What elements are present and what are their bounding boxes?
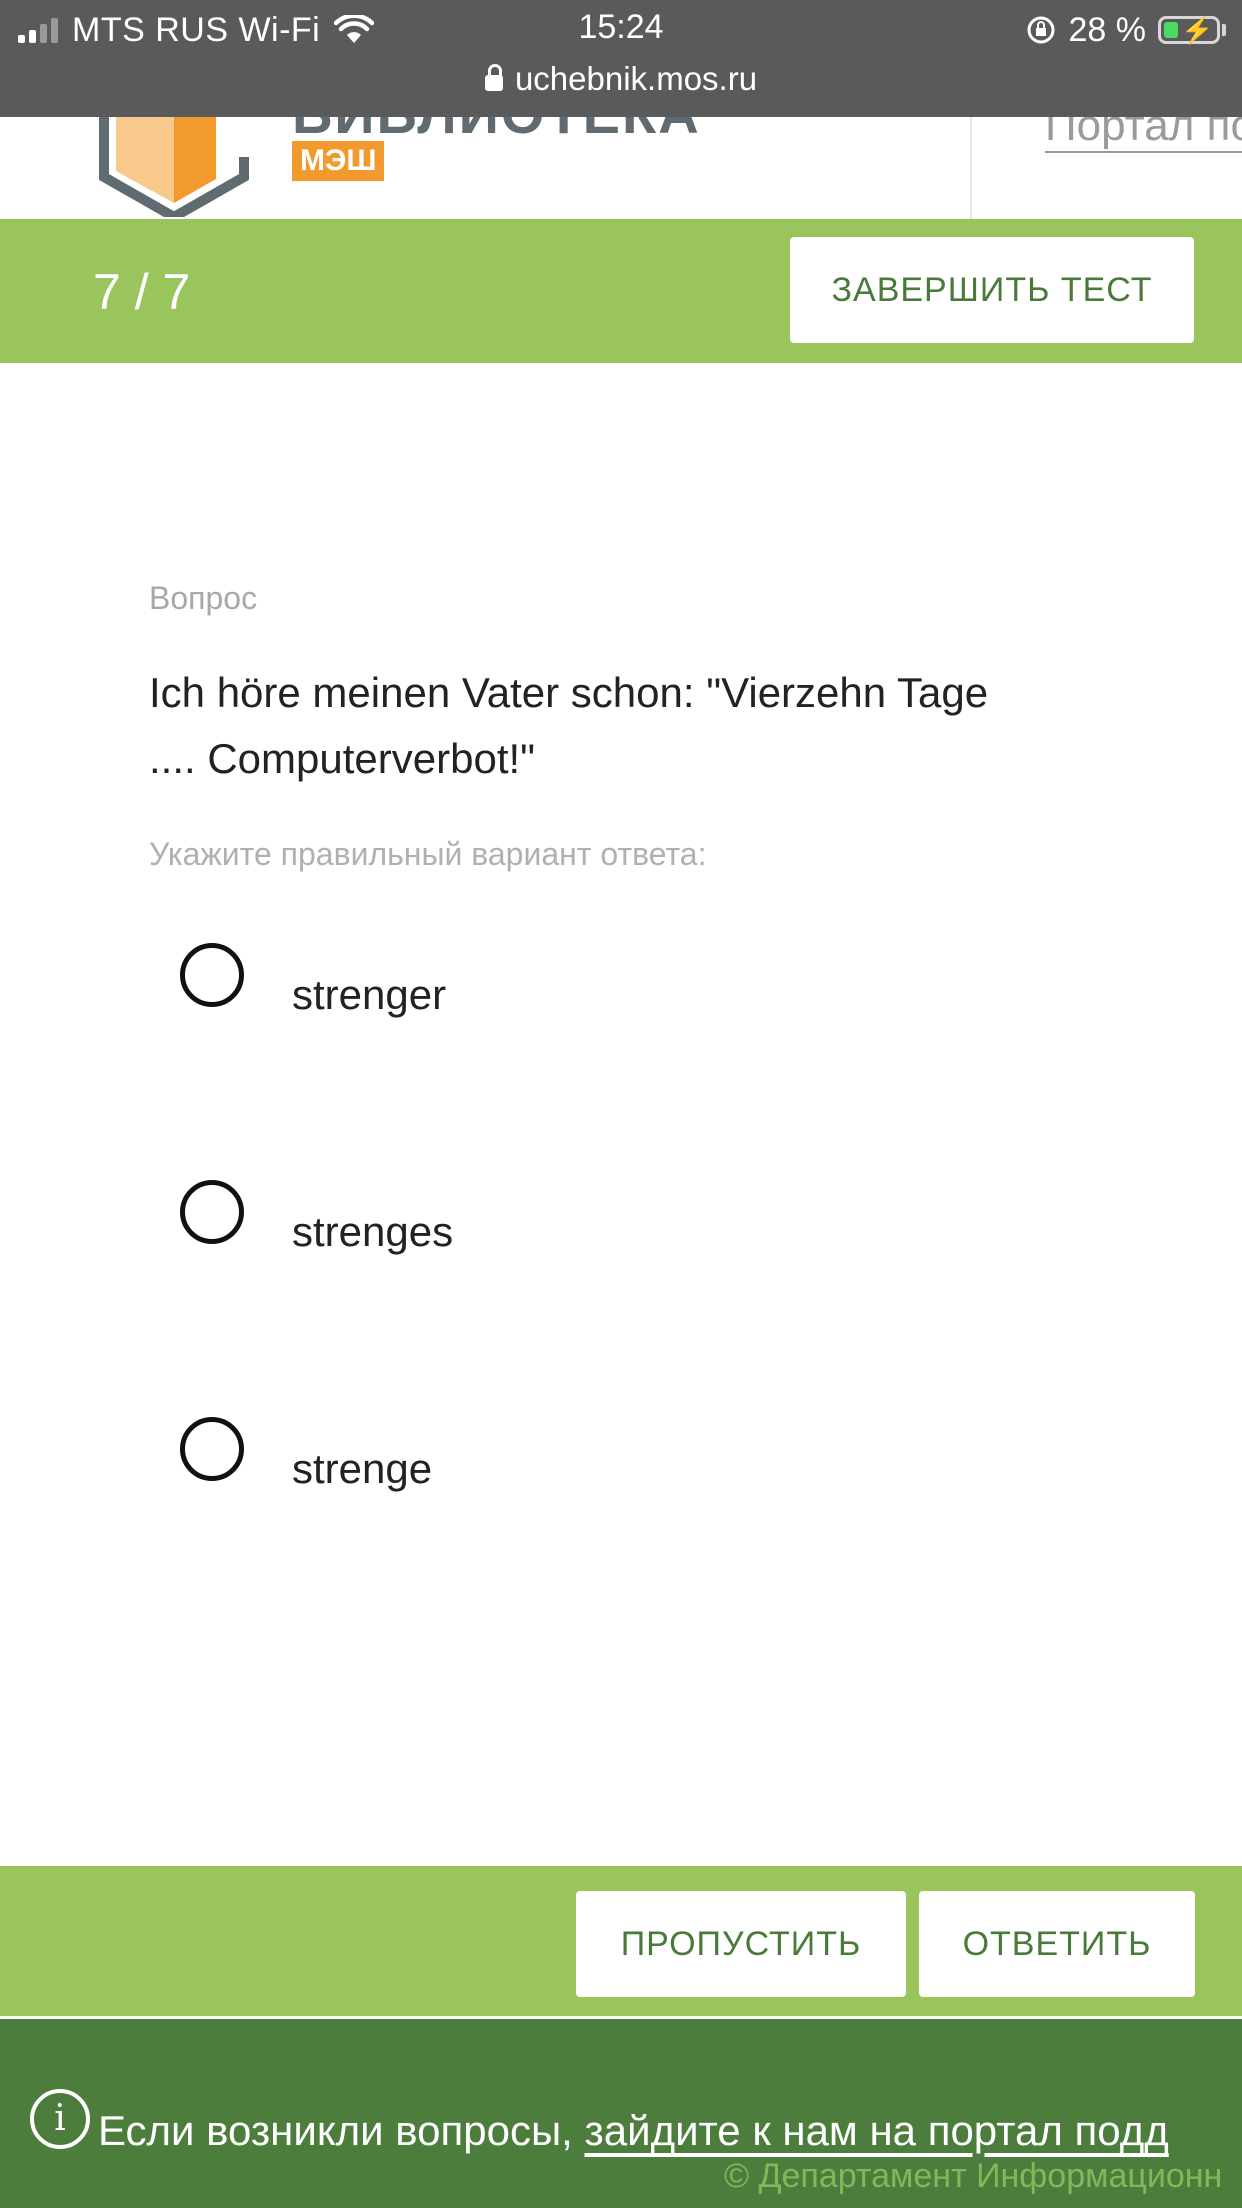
footer-text: Если возникли вопросы, bbox=[98, 2107, 585, 2154]
answer-option-label[interactable]: strenger bbox=[292, 971, 446, 1019]
radio-button[interactable] bbox=[180, 1180, 244, 1244]
question-counter: 7 / 7 bbox=[93, 264, 191, 320]
question-text-line-1: Ich höre meinen Vater schon: "Vierzehn T… bbox=[149, 669, 989, 716]
answer-option[interactable]: strenger bbox=[180, 943, 1080, 1033]
footer-help-text: Если возникли вопросы, зайдите к нам на … bbox=[98, 2107, 1169, 2155]
test-progress-bar: 7 / 7 ЗАВЕРШИТЬ ТЕСТ bbox=[0, 219, 1242, 363]
question-text: Ich höre meinen Vater schon: "Vierzehn T… bbox=[149, 660, 1079, 792]
battery-fill bbox=[1164, 22, 1178, 38]
answer-button[interactable]: ОТВЕТИТЬ bbox=[919, 1891, 1195, 1997]
question-label: Вопрос bbox=[149, 580, 258, 616]
footer: i Если возникли вопросы, зайдите к нам н… bbox=[0, 2019, 1242, 2208]
action-bar: ПРОПУСТИТЬ ОТВЕТИТЬ bbox=[0, 1866, 1242, 2016]
orientation-lock-icon bbox=[1027, 16, 1054, 44]
answer-hint: Укажите правильный вариант ответа: bbox=[149, 836, 707, 872]
site-header: БИБЛИОТЕКА МЭШ Портал по bbox=[0, 117, 1242, 219]
library-logo-icon[interactable] bbox=[96, 117, 266, 217]
copyright: © Департамент Информационн bbox=[724, 2157, 1223, 2195]
battery-tip bbox=[1222, 24, 1226, 36]
battery-percent: 28 % bbox=[1068, 10, 1147, 49]
address-bar[interactable]: uchebnik.mos.ru bbox=[0, 60, 1242, 98]
charging-bolt-icon: ⚡ bbox=[1181, 15, 1214, 45]
browser-status-bar: MTS RUS Wi-Fi 15:24 28 % ⚡ uchebnik.mos.… bbox=[0, 0, 1242, 117]
answer-option-label[interactable]: strenge bbox=[292, 1445, 432, 1493]
answer-option[interactable]: strenge bbox=[180, 1417, 1080, 1507]
skip-button[interactable]: ПРОПУСТИТЬ bbox=[576, 1891, 906, 1997]
status-right: 28 % ⚡ bbox=[1025, 8, 1226, 52]
portal-link[interactable]: Портал по bbox=[1045, 117, 1242, 153]
header-divider bbox=[970, 117, 972, 219]
answer-option-label[interactable]: strenges bbox=[292, 1208, 453, 1256]
battery-icon: ⚡ bbox=[1158, 15, 1220, 45]
finish-test-button[interactable]: ЗАВЕРШИТЬ ТЕСТ bbox=[790, 237, 1194, 343]
radio-button[interactable] bbox=[180, 943, 244, 1007]
support-portal-link[interactable]: зайдите к нам на портал подд bbox=[585, 2107, 1169, 2154]
answer-option[interactable]: strenges bbox=[180, 1180, 1080, 1270]
radio-button[interactable] bbox=[180, 1417, 244, 1481]
info-icon: i bbox=[30, 2089, 90, 2149]
url-text[interactable]: uchebnik.mos.ru bbox=[515, 60, 757, 98]
question-text-line-2: .... Computerverbot!" bbox=[149, 735, 536, 782]
brand-badge: МЭШ bbox=[292, 141, 385, 181]
lock-icon bbox=[484, 64, 503, 91]
